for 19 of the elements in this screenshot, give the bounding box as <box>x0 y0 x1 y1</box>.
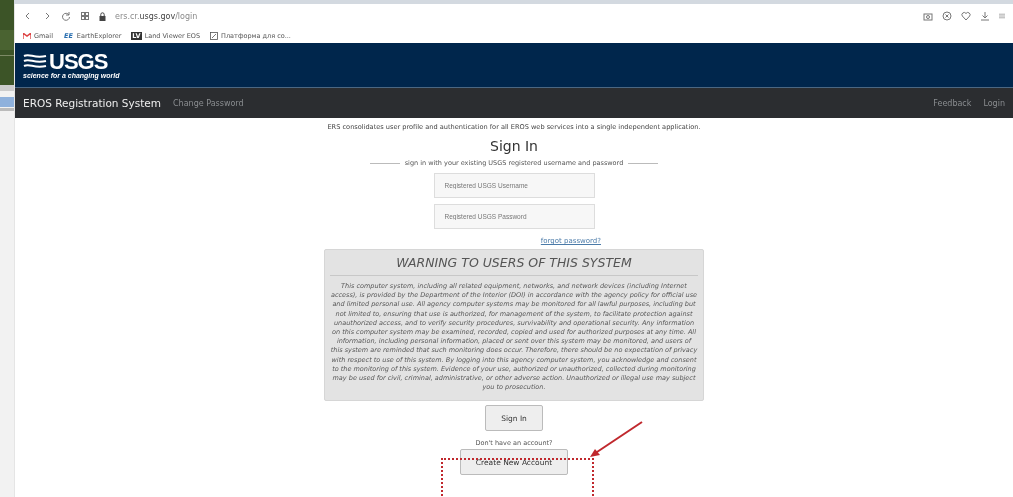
mail-icon <box>23 32 31 39</box>
arrow <box>588 420 644 460</box>
url-field[interactable]: ers.cr.usgs.gov/login <box>115 11 198 21</box>
page-title: Sign In <box>490 138 538 154</box>
reload-icon[interactable] <box>61 11 71 21</box>
nav-link[interactable]: Change Password <box>173 98 244 108</box>
warning-title: WARNING TO USERS OF THIS SYSTEM <box>396 255 632 270</box>
close-icon[interactable] <box>942 11 952 21</box>
waves-icon <box>23 53 47 70</box>
edit-icon <box>210 31 219 40</box>
nav-link[interactable]: Login <box>983 98 1005 108</box>
camera-icon[interactable] <box>923 11 933 21</box>
grid-icon[interactable] <box>80 11 90 21</box>
lock-icon <box>99 11 106 21</box>
logo-text: USGS <box>49 51 108 72</box>
heart-icon[interactable] <box>961 11 971 21</box>
nav-link[interactable]: Feedback <box>933 98 972 108</box>
app-title: EROS Registration System <box>23 97 161 109</box>
download-icon[interactable] <box>980 11 990 21</box>
